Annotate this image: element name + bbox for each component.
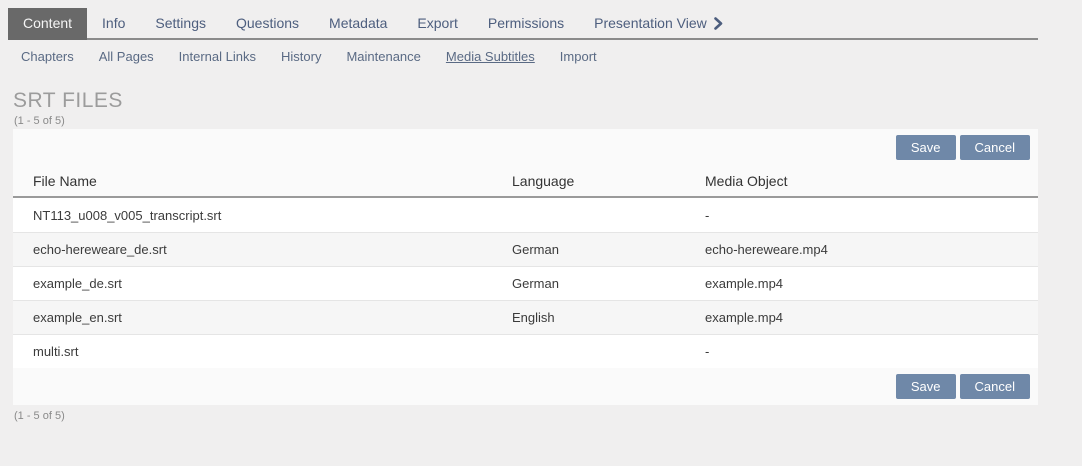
tab-presentation-view[interactable]: Presentation View bbox=[579, 8, 738, 38]
table-row[interactable]: multi.srt - bbox=[13, 334, 1038, 368]
cell-language: English bbox=[512, 310, 705, 325]
pagination-bottom: (1 - 5 of 5) bbox=[14, 410, 1082, 422]
table-header: File Name Language Media Object bbox=[13, 166, 1038, 198]
table-body: NT113_u008_v005_transcript.srt - echo-he… bbox=[13, 198, 1038, 368]
tab-bar: Content Info Settings Questions Metadata… bbox=[8, 8, 1038, 40]
sub-navigation: Chapters All Pages Internal Links Histor… bbox=[21, 49, 1082, 64]
cancel-button[interactable]: Cancel bbox=[960, 135, 1030, 160]
cell-file-name: echo-hereweare_de.srt bbox=[33, 242, 512, 257]
tab-label: Metadata bbox=[329, 15, 387, 31]
subnav-item-chapters[interactable]: Chapters bbox=[21, 49, 74, 64]
subnav-item-all-pages[interactable]: All Pages bbox=[99, 49, 154, 64]
subnav-item-media-subtitles[interactable]: Media Subtitles bbox=[446, 49, 535, 64]
cell-file-name: example_en.srt bbox=[33, 310, 512, 325]
cell-media-object: example.mp4 bbox=[705, 276, 1038, 291]
tab-label: Content bbox=[23, 15, 72, 31]
tab-metadata[interactable]: Metadata bbox=[314, 8, 402, 38]
column-header-file-name: File Name bbox=[33, 173, 512, 189]
save-button[interactable]: Save bbox=[896, 135, 956, 160]
subnav-item-history[interactable]: History bbox=[281, 49, 321, 64]
cell-media-object: - bbox=[705, 344, 1038, 359]
tab-questions[interactable]: Questions bbox=[221, 8, 314, 38]
pagination-top: (1 - 5 of 5) bbox=[14, 115, 1082, 127]
toolbar-bottom: Save Cancel bbox=[13, 368, 1038, 405]
cell-media-object: echo-hereweare.mp4 bbox=[705, 242, 1038, 257]
cell-file-name: NT113_u008_v005_transcript.srt bbox=[33, 208, 512, 223]
page-title: SRT FILES bbox=[13, 89, 1082, 113]
table-row[interactable]: example_de.srt German example.mp4 bbox=[13, 266, 1038, 300]
tab-label: Presentation View bbox=[594, 15, 707, 31]
toolbar-top: Save Cancel bbox=[13, 129, 1038, 166]
cancel-button[interactable]: Cancel bbox=[960, 374, 1030, 399]
column-header-language: Language bbox=[512, 173, 705, 189]
tab-label: Questions bbox=[236, 15, 299, 31]
table-row[interactable]: echo-hereweare_de.srt German echo-herewe… bbox=[13, 232, 1038, 266]
cell-media-object: - bbox=[705, 208, 1038, 223]
srt-files-panel: Save Cancel File Name Language Media Obj… bbox=[13, 129, 1038, 405]
chevron-right-icon bbox=[714, 17, 723, 30]
tab-permissions[interactable]: Permissions bbox=[473, 8, 579, 38]
subnav-item-internal-links[interactable]: Internal Links bbox=[179, 49, 256, 64]
subnav-item-maintenance[interactable]: Maintenance bbox=[346, 49, 420, 64]
top-navigation: Content Info Settings Questions Metadata… bbox=[8, 8, 1038, 40]
cell-file-name: example_de.srt bbox=[33, 276, 512, 291]
tab-label: Settings bbox=[155, 15, 206, 31]
save-button[interactable]: Save bbox=[896, 374, 956, 399]
cell-language: German bbox=[512, 276, 705, 291]
cell-media-object: example.mp4 bbox=[705, 310, 1038, 325]
table-row[interactable]: example_en.srt English example.mp4 bbox=[13, 300, 1038, 334]
cell-file-name: multi.srt bbox=[33, 344, 512, 359]
subnav-item-import[interactable]: Import bbox=[560, 49, 597, 64]
tab-label: Info bbox=[102, 15, 125, 31]
table-row[interactable]: NT113_u008_v005_transcript.srt - bbox=[13, 198, 1038, 232]
tab-settings[interactable]: Settings bbox=[140, 8, 221, 38]
column-header-media-object: Media Object bbox=[705, 173, 1038, 189]
tab-label: Export bbox=[417, 15, 457, 31]
tab-export[interactable]: Export bbox=[402, 8, 472, 38]
cell-language: German bbox=[512, 242, 705, 257]
tab-content[interactable]: Content bbox=[8, 8, 87, 38]
tab-info[interactable]: Info bbox=[87, 8, 140, 38]
tab-label: Permissions bbox=[488, 15, 564, 31]
